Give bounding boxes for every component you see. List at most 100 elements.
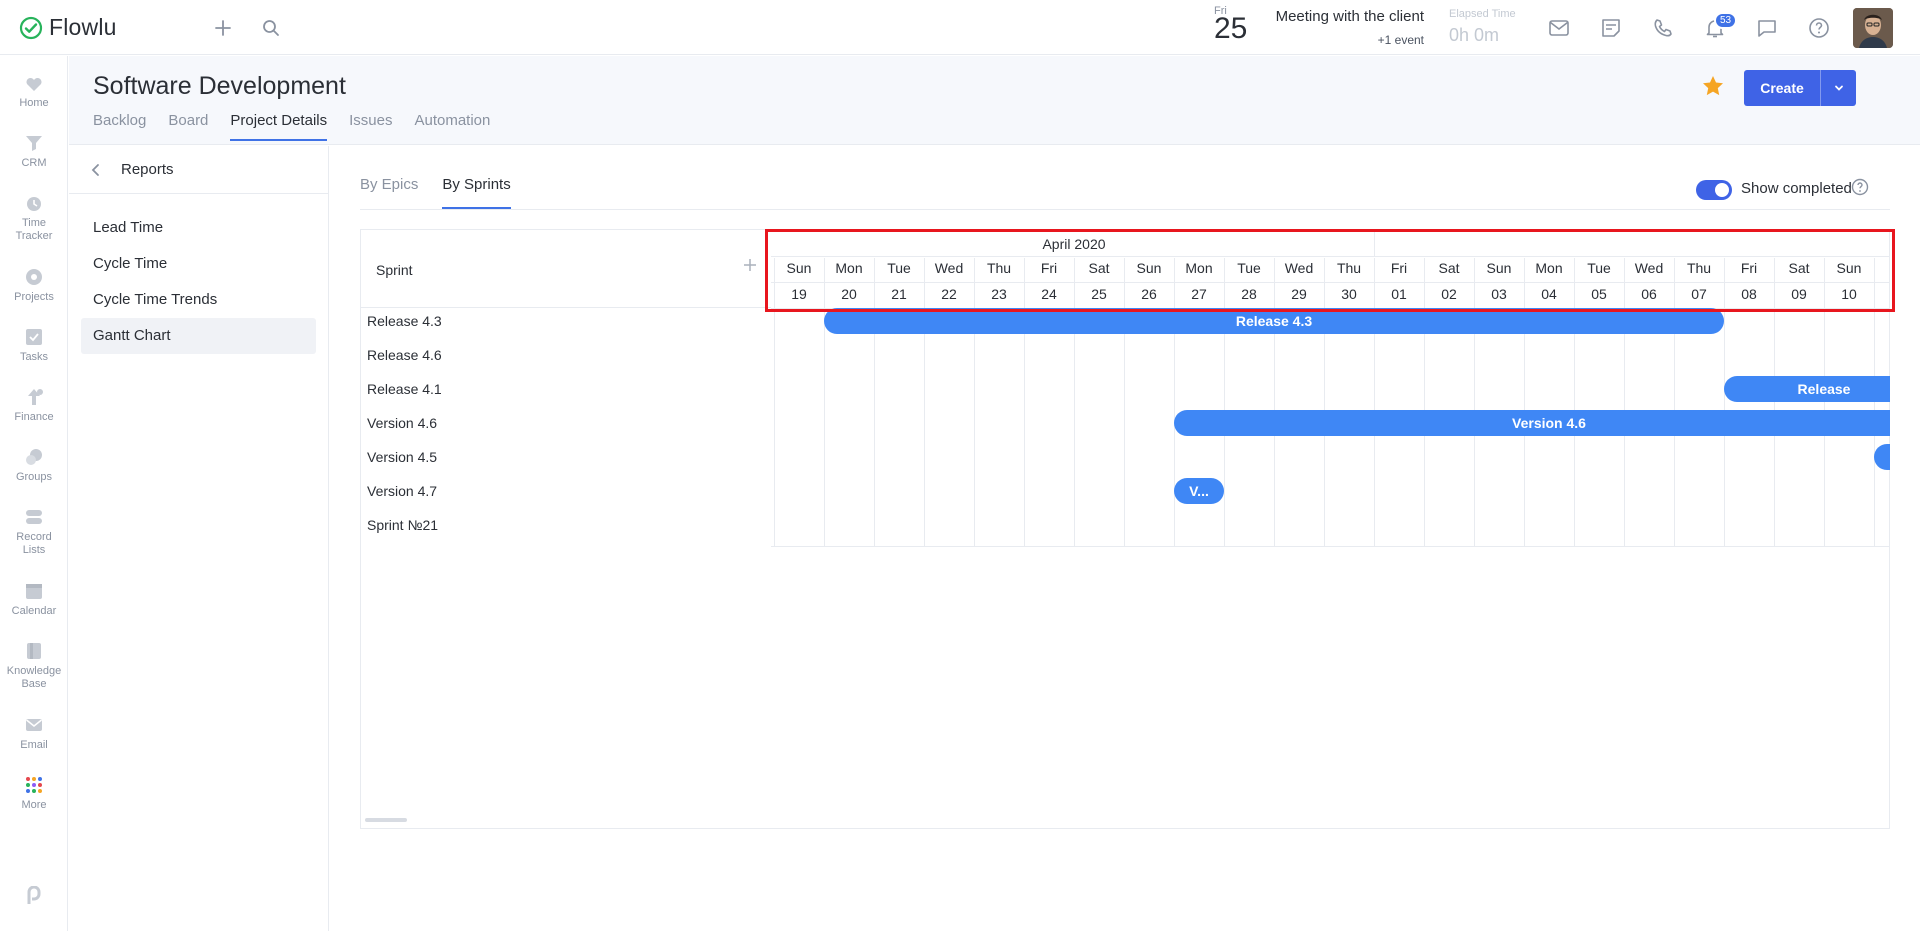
gantt-subtabs: By Epics By Sprints — [360, 176, 511, 209]
event-title[interactable]: Meeting with the client — [1271, 8, 1424, 25]
rail-item-email[interactable]: Email — [0, 714, 68, 752]
sprint-column: Sprint Release 4.3 Release 4.6 Release 4.1… — [361, 230, 771, 828]
app-logo[interactable]: Flowlu — [19, 14, 117, 41]
day-name-label: Mon — [1185, 260, 1213, 276]
gantt-timeline[interactable]: April 2020 Sun 19 Mon 20 Tue 21 Wed 22 Thu 23 Fri 24… — [771, 230, 1890, 828]
reports-title: Reports — [121, 161, 174, 178]
day-gridline — [774, 258, 775, 546]
favorite-star-icon[interactable] — [1701, 74, 1725, 103]
rail-item-time-tracker[interactable]: Time Tracker — [0, 192, 68, 243]
heart-icon — [26, 77, 42, 91]
mail-icon[interactable] — [1547, 16, 1571, 40]
event-more[interactable]: +1 event — [1340, 33, 1424, 47]
day-name-label: Thu — [1336, 260, 1362, 276]
day-gridline — [924, 258, 925, 546]
rail-item-knowledge-base[interactable]: Knowledge Base — [0, 640, 68, 691]
tab-board[interactable]: Board — [168, 112, 208, 141]
show-completed-toggle[interactable] — [1696, 180, 1732, 200]
today-date[interactable]: Fri 25 — [1214, 5, 1247, 44]
subtab-by-sprints[interactable]: By Sprints — [442, 176, 511, 209]
tasks-icon — [26, 329, 42, 345]
rail-label: Finance — [14, 411, 54, 423]
rail-item-crm[interactable]: CRM — [0, 132, 68, 170]
rail-item-projects[interactable]: Projects — [0, 266, 68, 304]
project-header: Software Development Backlog Board Proje… — [69, 56, 1920, 145]
help-icon[interactable] — [1807, 16, 1831, 40]
grid-bottom-line — [771, 546, 1890, 547]
day-name-label: Fri — [1390, 260, 1408, 276]
month-divider — [1374, 230, 1375, 256]
tab-project-details[interactable]: Project Details — [230, 112, 328, 141]
day-name-label: M — [1874, 260, 1890, 276]
report-item-cycle-time[interactable]: Cycle Time — [81, 246, 316, 282]
rail-item-tasks[interactable]: Tasks — [0, 326, 68, 364]
sprint-row-label[interactable]: Version 4.5 — [367, 440, 437, 474]
crm-icon — [26, 136, 42, 151]
sprint-bar[interactable]: V... — [1174, 478, 1224, 504]
create-button[interactable]: Create — [1744, 70, 1856, 106]
report-item-gantt-chart[interactable]: Gantt Chart — [81, 318, 316, 354]
email-icon — [26, 719, 42, 731]
plus-icon[interactable] — [211, 16, 235, 40]
sprint-bar[interactable] — [1874, 444, 1890, 470]
rail-item-home[interactable]: Home — [0, 72, 68, 110]
day-number-label: 26 — [1141, 286, 1157, 302]
sprint-row-label[interactable]: Release 4.3 — [367, 304, 442, 338]
day-name-label: Sun — [1486, 260, 1512, 276]
reports-header[interactable]: Reports — [69, 146, 328, 194]
horizontal-scrollbar[interactable] — [365, 818, 407, 822]
tab-automation[interactable]: Automation — [414, 112, 490, 141]
day-gridline — [974, 258, 975, 546]
elapsed-time-value[interactable]: 0h 0m — [1449, 25, 1499, 46]
rail-label: More — [21, 799, 47, 811]
tab-backlog[interactable]: Backlog — [93, 112, 146, 141]
day-gridline — [1024, 258, 1025, 546]
day-number-label: 09 — [1791, 286, 1807, 302]
help-icon[interactable] — [1851, 178, 1869, 201]
phone-icon[interactable] — [1651, 16, 1675, 40]
top-bar: Flowlu Fri 25 Meeting with the client +1… — [0, 0, 1920, 55]
rail-collapse[interactable] — [0, 886, 68, 911]
rail-label: Groups — [15, 471, 53, 483]
sprint-row-label[interactable]: Sprint №21 — [367, 508, 438, 542]
reports-list: Lead Time Cycle Time Cycle Time Trends G… — [69, 194, 328, 370]
day-gridline — [1324, 258, 1325, 546]
day-number-label: 28 — [1241, 286, 1257, 302]
tab-issues[interactable]: Issues — [349, 112, 392, 141]
day-number-label: 27 — [1191, 286, 1207, 302]
rail-item-more[interactable]: More — [0, 774, 68, 812]
day-number-label: 29 — [1291, 286, 1307, 302]
sprint-row-label[interactable]: Release 4.1 — [367, 372, 442, 406]
day-gridline — [1824, 258, 1825, 546]
notification-count-badge: 53 — [1714, 12, 1738, 29]
sprint-bar[interactable]: Release 4.3 — [824, 308, 1724, 334]
rail-label: Tasks — [19, 351, 49, 363]
report-item-lead-time[interactable]: Lead Time — [81, 210, 316, 246]
rail-item-record-lists[interactable]: Record Lists — [0, 506, 68, 557]
sprint-row-label[interactable]: Release 4.6 — [367, 338, 442, 372]
subtab-by-epics[interactable]: By Epics — [360, 176, 418, 209]
elapsed-time-label: Elapsed Time — [1449, 8, 1516, 20]
rail-label: Knowledge Base — [6, 665, 62, 690]
rail-item-groups[interactable]: Groups — [0, 446, 68, 484]
chevron-left-icon[interactable] — [91, 163, 101, 177]
chat-icon[interactable] — [1755, 16, 1779, 40]
sprint-bar[interactable]: Version 4.6 — [1174, 410, 1890, 436]
rail-item-finance[interactable]: Finance — [0, 386, 68, 424]
search-icon[interactable] — [259, 16, 283, 40]
sprint-row-label[interactable]: Version 4.7 — [367, 474, 437, 508]
day-name-label: Tue — [887, 260, 911, 276]
main-navigation-rail: Home CRM Time Tracker Projects Tasks Fin… — [0, 56, 68, 931]
sprint-row-label[interactable]: Version 4.6 — [367, 406, 437, 440]
report-item-cycle-time-trends[interactable]: Cycle Time Trends — [81, 282, 316, 318]
user-avatar[interactable] — [1853, 8, 1893, 48]
timer-icon — [27, 197, 41, 211]
sprint-bar[interactable]: Release — [1724, 376, 1890, 402]
day-gridline — [1374, 258, 1375, 546]
chevron-down-icon[interactable] — [1821, 82, 1856, 94]
add-sprint-plus-icon[interactable] — [742, 257, 758, 278]
notes-icon[interactable] — [1599, 16, 1623, 40]
rail-label: Projects — [14, 291, 54, 303]
rail-item-calendar[interactable]: Calendar — [0, 580, 68, 618]
day-name-label: Sun — [786, 260, 812, 276]
